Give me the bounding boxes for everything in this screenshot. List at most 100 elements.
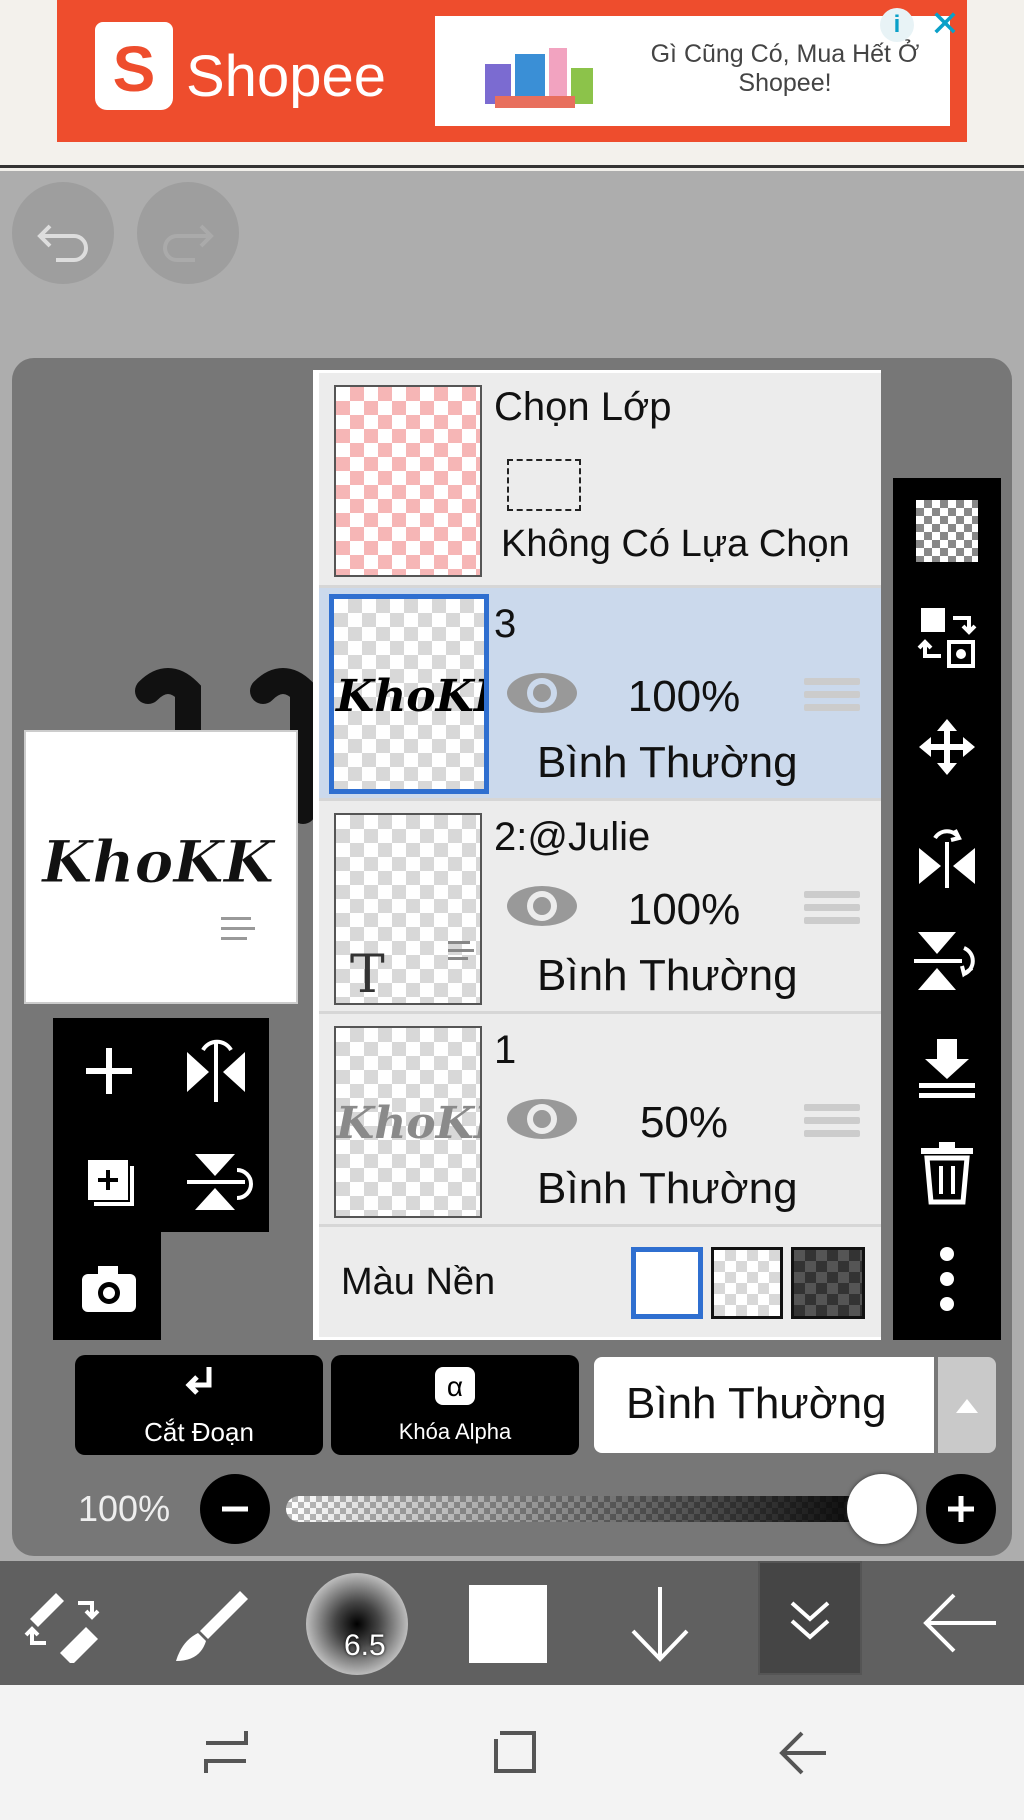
nav-back-icon[interactable] [772,1725,832,1781]
swap-icon [917,608,977,668]
layer-blend-mode: Bình Thường [537,738,798,787]
add-layer-button[interactable] [70,1032,148,1110]
plus-icon [948,1496,974,1522]
merge-down-button[interactable] [893,1022,1001,1112]
flip-vertical-icon [914,932,975,990]
move-icon [919,719,975,775]
layers-toggle-button[interactable] [758,1561,862,1675]
layer-opacity: 100% [627,672,741,721]
background-label: Màu Nền [341,1261,496,1303]
selection-layer-row[interactable]: Chọn Lớp Không Có Lựa Chọn [319,373,881,588]
brush-size-value: 6.5 [344,1629,386,1662]
eye-icon[interactable] [505,1096,579,1142]
color-swatch[interactable] [469,1585,547,1663]
ad-logo-letter: S [112,33,156,105]
camera-icon [82,1266,136,1312]
recent-apps-icon[interactable] [196,1725,256,1781]
selection-marquee-icon [507,459,581,511]
transparency-button[interactable] [893,486,1001,576]
camera-button[interactable] [70,1250,148,1328]
background-white-option[interactable] [631,1247,703,1319]
drag-handle-icon[interactable] [804,885,860,931]
layer-opacity: 50% [639,1098,729,1147]
layer-thumb-text: KhoKK [336,1098,480,1149]
eye-icon[interactable] [505,670,579,716]
layer-name: 2:@Julie [494,815,651,859]
alpha-lock-button[interactable]: α Khóa Alpha [331,1355,579,1455]
preview-art: KhoKK [40,828,277,940]
redo-icon [163,224,214,262]
merge-down-icon [919,1039,975,1098]
clip-arrow-icon [185,1367,212,1395]
duplicate-layer-button[interactable] [70,1142,148,1220]
back-arrow-icon[interactable] [920,1583,1000,1663]
drag-handle-icon[interactable] [804,672,860,718]
preview-text: KhoKK [40,828,277,896]
more-button[interactable] [893,1234,1001,1324]
layer-name: 3 [494,602,517,646]
trash-icon [921,1142,973,1205]
background-dark-option[interactable] [791,1247,865,1319]
right-toolbar [893,478,1001,1340]
clip-button[interactable]: Cắt Đoạn [75,1355,323,1455]
background-row: Màu Nền [319,1227,881,1337]
layer-name: 1 [494,1028,517,1072]
flip-vertical-icon [187,1154,253,1210]
undo-icon [37,224,88,262]
flip-layer-horizontal-button[interactable] [177,1032,255,1110]
flip-horizontal-icon [187,1039,245,1102]
flip-vertical-button[interactable] [893,916,1001,1006]
triangle-up-icon [956,1399,978,1413]
home-icon[interactable] [484,1725,544,1781]
close-icon[interactable]: ✕ [925,4,965,44]
delete-layer-button[interactable] [893,1128,1001,1218]
shopee-bag-icon: S [95,22,173,110]
blend-mode-dropdown-button[interactable] [938,1357,996,1453]
layer-blend-mode: Bình Thường [537,1164,798,1213]
transparency-icon [916,500,978,562]
layer-blend-mode: Bình Thường [537,951,798,1000]
layer-row[interactable]: T 2:@Julie 100% Bình Thường [319,801,881,1014]
opacity-decrease-button[interactable] [200,1474,270,1544]
flip-horizontal-button[interactable] [893,808,1001,898]
canvas-preview[interactable]: KhoKK [24,730,298,1004]
undo-button[interactable] [12,182,114,284]
duplicate-layer-icon [88,1160,134,1206]
more-icon [940,1247,954,1311]
eye-icon[interactable] [505,883,579,929]
background-transparent-option[interactable] [711,1247,783,1319]
add-layer-icon [86,1048,132,1094]
drag-handle-icon[interactable] [804,1098,860,1144]
opacity-increase-button[interactable] [926,1474,996,1544]
products-image [485,48,593,108]
swap-button[interactable] [893,592,1001,682]
flip-horizontal-icon [919,829,975,888]
system-nav-bar [0,1685,1024,1820]
selection-thumbnail [334,385,482,577]
lock-icon: α [435,1367,475,1405]
blend-mode-value: Bình Thường [626,1379,887,1428]
eraser-swap-icon[interactable] [22,1583,102,1663]
clip-label: Cắt Đoạn [144,1417,254,1447]
move-button[interactable] [893,702,1001,792]
opacity-slider-track[interactable] [286,1496,886,1522]
info-icon[interactable]: i [880,8,914,42]
redo-button[interactable] [137,182,239,284]
layer-thumbnail: T [334,813,482,1005]
brush-size-button[interactable]: 6.5 [306,1573,408,1675]
selection-title: Chọn Lớp [494,385,672,429]
opacity-slider-thumb[interactable] [847,1474,917,1544]
bottom-toolbar: 6.5 [0,1561,1024,1685]
brush-icon[interactable] [170,1585,250,1665]
flip-layer-vertical-button[interactable] [177,1142,255,1220]
selection-status: Không Có Lựa Chọn [501,523,850,565]
layer-thumb-text: KhoKK [334,671,484,722]
ad-brand-name: Shopee [186,44,386,109]
layer-row[interactable]: KhoKK 3 100% Bình Thường [319,588,881,801]
blend-mode-select[interactable]: Bình Thường [594,1357,934,1453]
layer-row[interactable]: KhoKK 1 50% Bình Thường [319,1014,881,1227]
opacity-label: 100% [78,1488,171,1529]
layer-thumbnail: KhoKK [329,594,514,794]
layers-panel: Chọn Lớp Không Có Lựa Chọn KhoKK 3 100% … [313,370,881,1340]
arrow-down-icon[interactable] [625,1583,695,1663]
